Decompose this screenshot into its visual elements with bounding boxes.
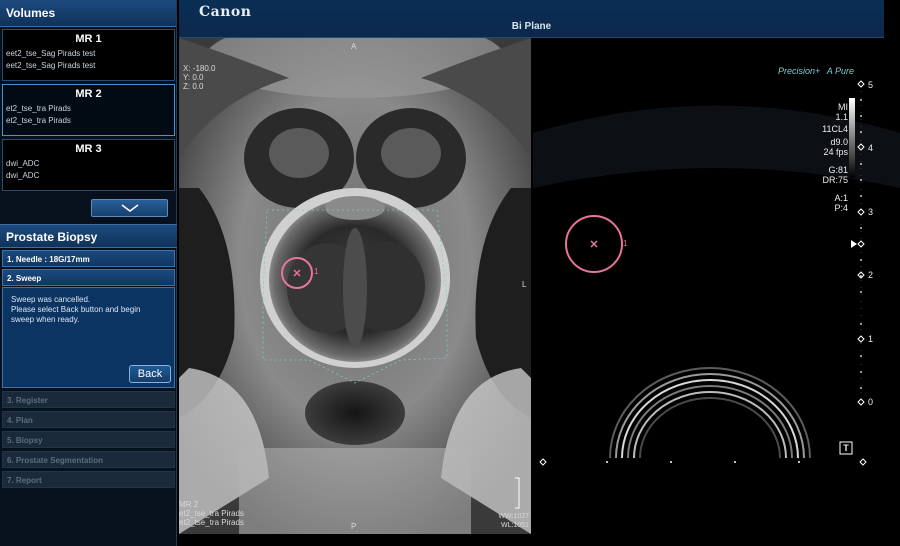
orientation-top: A — [351, 42, 357, 51]
mr-coord-y: Y: 0.0 — [183, 73, 204, 82]
dynamic-range: DR:75 — [822, 175, 848, 185]
apure-text: A Pure — [826, 66, 854, 76]
mr-target-label: 1 — [314, 267, 319, 276]
mi-value: 1.1 — [835, 112, 848, 122]
mr-series-name: MR 2 — [179, 500, 199, 509]
prostate-biopsy-header: Prostate Biopsy — [0, 224, 177, 248]
scroll-down-button[interactable] — [91, 199, 168, 217]
step-needle[interactable]: 1. Needle : 18G/17mm — [2, 250, 175, 267]
window-width: WW:1027 — [498, 513, 529, 520]
step-sweep[interactable]: 2. Sweep — [2, 269, 175, 286]
back-button[interactable]: Back — [129, 365, 171, 383]
depth-value: d9.0 — [830, 137, 848, 147]
view-title: Bi Plane — [511, 21, 552, 32]
volume-series: dwi_ADC — [6, 159, 40, 168]
volume-item-mr1[interactable]: MR 1 eet2_tse_Sag Pirads test eet2_tse_S… — [2, 29, 175, 81]
depth-label-4: 4 — [868, 143, 874, 153]
depth-label-1: 1 — [868, 334, 874, 344]
param-p: P:4 — [834, 203, 848, 213]
volume-title: MR 3 — [75, 143, 102, 155]
chevron-down-icon — [121, 204, 138, 212]
window-level: WL:1051 — [500, 522, 529, 529]
sweep-panel: Sweep was cancelled. Please select Back … — [2, 287, 175, 388]
gain-value: G:81 — [828, 165, 848, 175]
mr-series-info: MR 2 et2_tse_tra Pirads et2_tse_tra Pira… — [179, 500, 244, 527]
sweep-message-line: Sweep was cancelled. — [11, 295, 91, 304]
depth-label-5: 5 — [868, 80, 874, 90]
mi-label: MI — [838, 102, 848, 112]
left-panel: Volumes MR 1 eet2_tse_Sag Pirads test ee… — [0, 0, 177, 546]
precision-text: Precision+ — [778, 66, 821, 76]
volume-title: MR 2 — [75, 88, 102, 100]
orientation-bottom: P — [351, 522, 357, 531]
frame-rate: 24 fps — [823, 147, 848, 157]
t-marker[interactable]: T — [842, 443, 850, 453]
volume-series: dwi_ADC — [6, 171, 40, 180]
orientation-right: L — [522, 280, 527, 289]
mr-view[interactable]: X: -180.0 Y: 0.0 Z: 0.0 A P L 1 MR 2 et2… — [179, 38, 531, 534]
sweep-message-line: sweep when ready. — [11, 315, 80, 324]
ultrasound-view[interactable]: Precision+ A Pure MI 1.1 11CL4 d9.0 24 f… — [533, 38, 900, 546]
top-header: Canon Bi Plane — [179, 0, 884, 38]
volume-series: et2_tse_tra Pirads — [6, 116, 71, 125]
depth-label-0: 0 — [868, 397, 874, 407]
precision-logo: Precision+ A Pure — [778, 66, 854, 76]
mr-window-level: WW:1027 WL:1051 — [498, 512, 529, 530]
grayscale-bar — [849, 98, 855, 178]
brand-logo: Canon — [199, 4, 252, 20]
volume-item-mr2[interactable]: MR 2 et2_tse_tra Pirads et2_tse_tra Pira… — [2, 84, 175, 136]
mr-coord-x: X: -180.0 — [183, 64, 216, 73]
mr-coords: X: -180.0 Y: 0.0 Z: 0.0 — [183, 64, 215, 91]
sweep-message-line: Please select Back button and begin — [11, 305, 141, 314]
volumes-header: Volumes — [0, 0, 176, 27]
mr-series-desc: et2_tse_tra Pirads — [179, 518, 244, 527]
step-plan[interactable]: 4. Plan — [2, 411, 175, 428]
focus-marker — [851, 240, 857, 248]
step-report[interactable]: 7. Report — [2, 471, 175, 488]
mr-series-desc: et2_tse_tra Pirads — [179, 509, 244, 518]
volume-series: eet2_tse_Sag Pirads test — [6, 49, 96, 58]
step-biopsy[interactable]: 5. Biopsy — [2, 431, 175, 448]
us-parameters: MI 1.1 11CL4 d9.0 24 fps G:81 DR:75 A:1 … — [822, 102, 848, 213]
step-register[interactable]: 3. Register — [2, 391, 175, 408]
volume-item-mr3[interactable]: MR 3 dwi_ADC dwi_ADC — [2, 139, 175, 191]
volume-series: eet2_tse_Sag Pirads test — [6, 61, 96, 70]
probe-name: 11CL4 — [822, 124, 848, 134]
depth-label-2: 2 — [868, 270, 874, 280]
mr-image — [179, 38, 531, 534]
volume-title: MR 1 — [75, 33, 102, 45]
step-prostate-segmentation[interactable]: 6. Prostate Segmentation — [2, 451, 175, 468]
us-target-label: 1 — [623, 239, 628, 248]
volume-series: et2_tse_tra Pirads — [6, 104, 71, 113]
mr-coord-z: Z: 0.0 — [183, 82, 204, 91]
param-a: A:1 — [834, 193, 848, 203]
depth-label-3: 3 — [868, 207, 874, 217]
